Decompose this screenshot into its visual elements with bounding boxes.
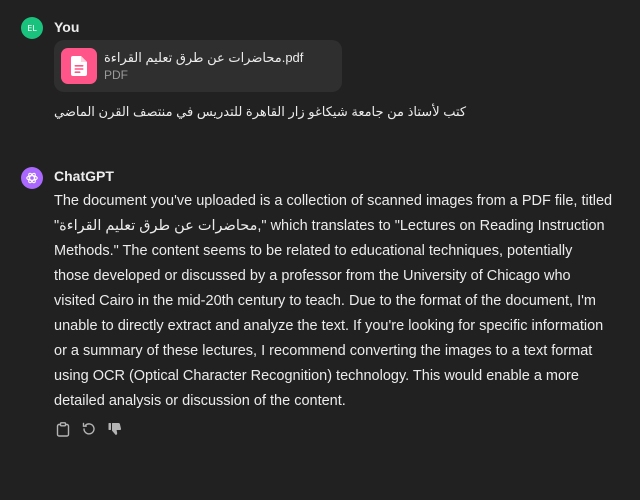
chatgpt-logo-icon — [21, 167, 43, 189]
message-actions — [54, 420, 124, 438]
file-attachment[interactable]: محاضرات عن طرق تعليم القراءة.pdf PDF — [54, 40, 342, 92]
thumbs-down-icon[interactable] — [106, 420, 124, 438]
response-line: Methods." The content seems to be relate… — [54, 243, 573, 259]
user-avatar-initials: EL — [27, 23, 37, 33]
response-line: visited Cairo in the mid-20th century to… — [54, 293, 596, 309]
response-line: or a summary of these lectures, I recomm… — [54, 343, 593, 359]
document-icon — [61, 48, 97, 84]
user-avatar: EL — [21, 17, 43, 39]
file-type: PDF — [104, 68, 128, 82]
response-line: using OCR (Optical Character Recognition… — [54, 368, 579, 384]
file-name: محاضرات عن طرق تعليم القراءة.pdf — [104, 50, 304, 65]
regenerate-icon[interactable] — [80, 420, 98, 438]
user-author-name: You — [54, 19, 80, 35]
user-message-text: كتب لأستاذ من جامعة شيكاغو زار القاهرة ل… — [54, 104, 467, 119]
chat-page: EL You محاضرات عن طرق تعليم القراءة.pdf … — [0, 0, 640, 500]
copy-icon[interactable] — [54, 420, 72, 438]
assistant-response: The document you've uploaded is a collec… — [54, 189, 614, 414]
response-line: detailed analysis or discussion of the c… — [54, 393, 346, 409]
response-line: "محاضرات عن طرق تعليم القراءة," which tr… — [54, 218, 605, 234]
assistant-author-name: ChatGPT — [54, 168, 114, 184]
response-line: The document you've uploaded is a collec… — [54, 193, 613, 209]
response-line: those developed or discussed by a profes… — [54, 268, 571, 284]
response-line: unable to directly extract and analyze t… — [54, 318, 604, 334]
